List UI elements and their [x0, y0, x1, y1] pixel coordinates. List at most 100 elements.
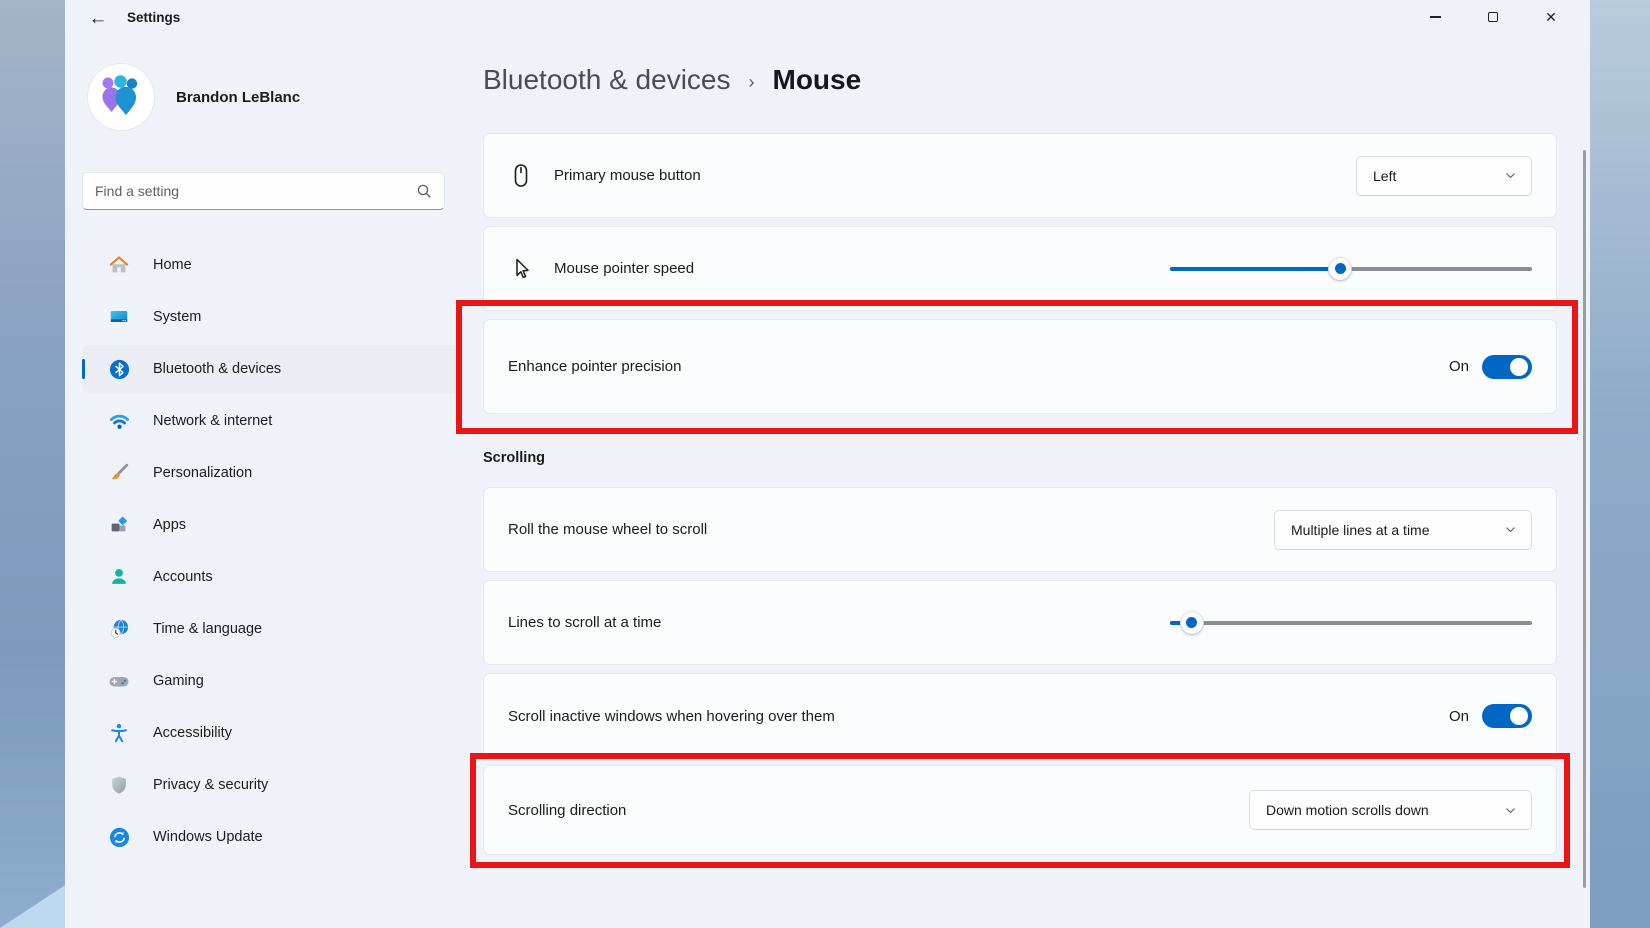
sidebar-item-personalization[interactable]: Personalization [82, 449, 462, 497]
setting-label: Scroll inactive windows when hovering ov… [508, 708, 835, 725]
maximize-button[interactable] [1464, 0, 1522, 34]
maximize-icon [1488, 12, 1498, 22]
desktop-wallpaper-right [1590, 0, 1650, 928]
sidebar-item-bluetooth-devices[interactable]: Bluetooth & devices [82, 345, 462, 393]
scrolling-direction-dropdown[interactable]: Down motion scrolls down [1249, 790, 1532, 830]
sidebar-item-label: System [153, 309, 201, 325]
sidebar-item-accessibility[interactable]: Accessibility [82, 709, 462, 757]
sidebar-item-privacy-security[interactable]: Privacy & security [82, 761, 462, 809]
setting-label: Roll the mouse wheel to scroll [508, 521, 707, 538]
wallpaper-bloom-shape [0, 833, 65, 928]
sidebar-item-network-internet[interactable]: Network & internet [82, 397, 462, 445]
settings-window: ← Settings ✕ Brandon LeBlanc [65, 0, 1590, 928]
chevron-down-icon [1504, 169, 1517, 182]
sidebar-item-label: Personalization [153, 465, 252, 481]
windows-update-icon [107, 825, 131, 849]
scrolling-direction-row: Scrolling direction Down motion scrolls … [483, 765, 1557, 855]
setting-label: Scrolling direction [508, 802, 626, 819]
toggle-state-label: On [1449, 358, 1469, 375]
titlebar: ← Settings ✕ [65, 0, 1590, 38]
roll-mouse-wheel-dropdown[interactable]: Multiple lines at a time [1274, 510, 1532, 550]
sidebar-item-label: Time & language [153, 621, 262, 637]
chevron-down-icon [1504, 523, 1517, 536]
breadcrumb-separator-icon: › [749, 72, 755, 93]
sidebar-item-gaming[interactable]: Gaming [82, 657, 462, 705]
enhance-pointer-precision-row: Enhance pointer precision On [483, 319, 1557, 414]
setting-label: Lines to scroll at a time [508, 614, 661, 631]
mouse-icon [508, 163, 534, 189]
setting-label: Mouse pointer speed [554, 260, 694, 277]
close-button[interactable]: ✕ [1522, 0, 1580, 34]
dropdown-value: Left [1373, 168, 1396, 184]
lines-to-scroll-slider[interactable] [1170, 611, 1532, 635]
sidebar-item-label: Home [153, 257, 192, 273]
slider-fill [1170, 267, 1340, 271]
minimize-icon [1430, 16, 1441, 17]
sidebar-item-label: Bluetooth & devices [153, 361, 281, 377]
cursor-icon [508, 256, 534, 282]
gaming-icon [107, 669, 131, 693]
sidebar-item-label: Accounts [153, 569, 213, 585]
sidebar: Brandon LeBlanc Home System [65, 38, 465, 928]
sidebar-item-label: Apps [153, 517, 186, 533]
breadcrumb: Bluetooth & devices › Mouse [483, 64, 861, 96]
sidebar-item-apps[interactable]: Apps [82, 501, 462, 549]
time-language-icon [107, 617, 131, 641]
accessibility-icon [107, 721, 131, 745]
search-icon [416, 183, 432, 199]
setting-label: Enhance pointer precision [508, 358, 681, 375]
setting-label: Primary mouse button [554, 167, 701, 184]
scroll-inactive-windows-row: Scroll inactive windows when hovering ov… [483, 673, 1557, 759]
accounts-icon [107, 565, 131, 589]
sidebar-item-accounts[interactable]: Accounts [82, 553, 462, 601]
search-input[interactable] [95, 183, 416, 199]
close-icon: ✕ [1545, 10, 1557, 24]
system-icon [107, 305, 131, 329]
personalization-icon [107, 461, 131, 485]
toggle-state-label: On [1449, 708, 1469, 725]
page-title: Mouse [773, 64, 862, 96]
avatar [88, 64, 154, 130]
privacy-security-icon [107, 773, 131, 797]
lines-to-scroll-row: Lines to scroll at a time [483, 580, 1557, 665]
back-button[interactable]: ← [81, 5, 115, 33]
mouse-pointer-speed-row: Mouse pointer speed [483, 226, 1557, 311]
sidebar-item-label: Accessibility [153, 725, 232, 741]
section-header-scrolling: Scrolling [483, 450, 545, 466]
dropdown-value: Down motion scrolls down [1266, 802, 1429, 818]
sidebar-item-label: Windows Update [153, 829, 263, 845]
back-arrow-icon: ← [89, 8, 108, 30]
slider-track[interactable] [1170, 621, 1532, 625]
sidebar-item-label: Gaming [153, 673, 204, 689]
bluetooth-icon [107, 357, 131, 381]
breadcrumb-parent[interactable]: Bluetooth & devices [483, 64, 731, 96]
scroll-inactive-windows-toggle[interactable] [1482, 704, 1532, 728]
minimize-button[interactable] [1406, 0, 1464, 34]
toggle-knob [1510, 358, 1528, 376]
search-box[interactable] [82, 172, 445, 210]
user-name: Brandon LeBlanc [176, 89, 300, 106]
vertical-scrollbar[interactable] [1583, 150, 1586, 888]
sidebar-item-home[interactable]: Home [82, 241, 462, 289]
family-avatar-icon [98, 74, 144, 120]
window-title: Settings [127, 10, 180, 25]
slider-thumb[interactable] [1329, 258, 1351, 280]
roll-mouse-wheel-row: Roll the mouse wheel to scroll Multiple … [483, 487, 1557, 572]
account-header[interactable]: Brandon LeBlanc [88, 64, 300, 130]
apps-icon [107, 513, 131, 537]
sidebar-item-label: Network & internet [153, 413, 272, 429]
sidebar-item-time-language[interactable]: Time & language [82, 605, 462, 653]
primary-mouse-button-dropdown[interactable]: Left [1356, 156, 1532, 196]
sidebar-item-label: Privacy & security [153, 777, 268, 793]
sidebar-item-system[interactable]: System [82, 293, 462, 341]
pointer-speed-slider[interactable] [1170, 257, 1532, 281]
primary-mouse-button-row: Primary mouse button Left [483, 133, 1557, 218]
sidebar-nav: Home System Bluetooth & devices Network … [82, 241, 462, 865]
dropdown-value: Multiple lines at a time [1291, 522, 1430, 538]
desktop-wallpaper-left [0, 0, 65, 928]
chevron-down-icon [1504, 804, 1517, 817]
slider-thumb[interactable] [1181, 612, 1203, 634]
home-icon [107, 253, 131, 277]
enhance-pointer-precision-toggle[interactable] [1482, 355, 1532, 379]
sidebar-item-windows-update[interactable]: Windows Update [82, 813, 462, 861]
